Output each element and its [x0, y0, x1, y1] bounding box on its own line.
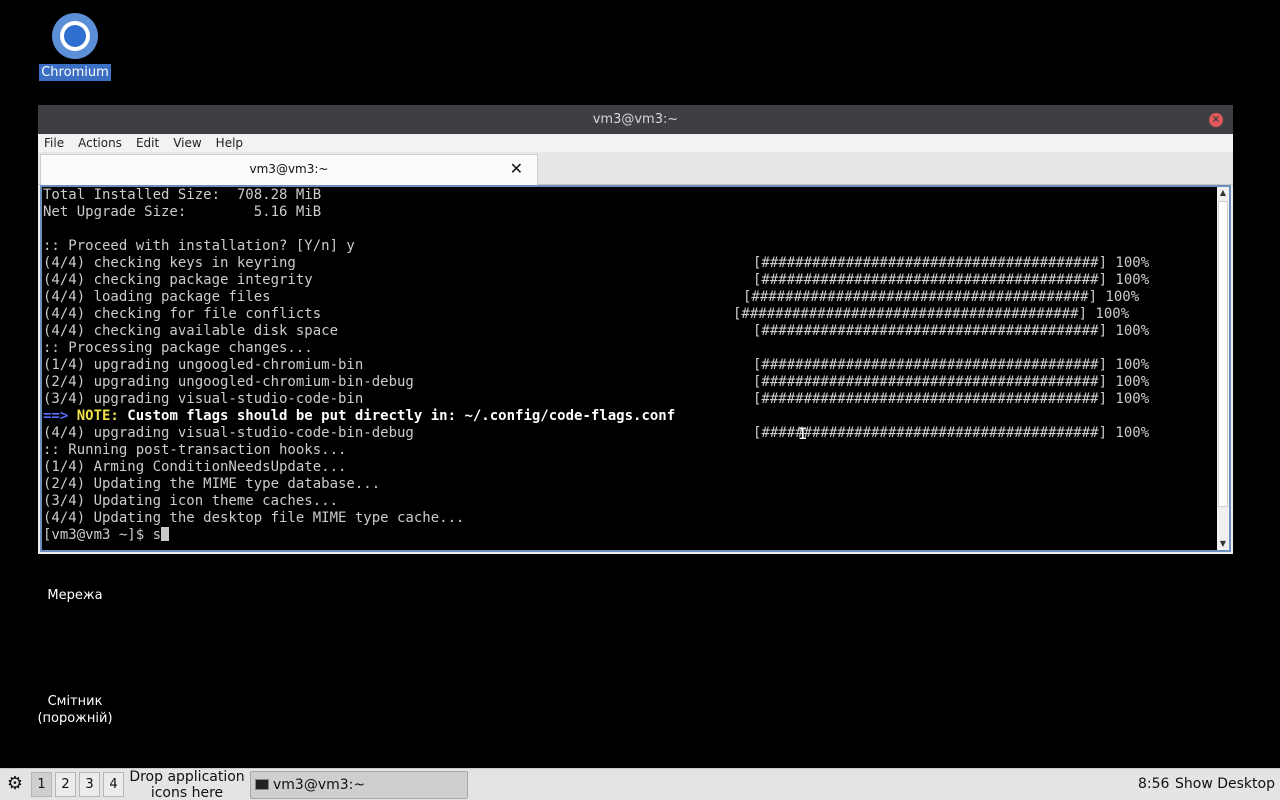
text-cursor-icon: I: [798, 424, 808, 443]
progress-bar-text: [#######################################…: [753, 391, 1150, 407]
workspace-1[interactable]: 1: [31, 772, 52, 797]
terminal-line-text: (1/4) Arming ConditionNeedsUpdate...: [43, 459, 347, 475]
progress-bar-text: [#######################################…: [753, 374, 1150, 390]
terminal-icon: [255, 779, 269, 790]
terminal-line-text: :: Processing package changes...: [43, 340, 313, 356]
menu-actions[interactable]: Actions: [78, 136, 122, 150]
note-text: Custom flags should be put directly in: …: [127, 408, 676, 424]
desktop-icon-label: Мережа: [47, 588, 103, 603]
progress-bar-text: [#######################################…: [733, 306, 1130, 322]
quicklaunch-dropzone[interactable]: Drop application icons here: [128, 769, 246, 800]
terminal-line: (2/4) upgrading ungoogled-chromium-bin-d…: [43, 374, 1213, 391]
terminal-line: Total Installed Size: 708.28 MiB: [43, 187, 1213, 204]
menubar: File Actions Edit View Help: [38, 134, 1233, 152]
terminal-line: :: Running post-transaction hooks...: [43, 442, 1213, 459]
terminal-lines: Total Installed Size: 708.28 MiB Net Upgr…: [43, 187, 1213, 544]
terminal-line-text: (2/4) upgrading ungoogled-chromium-bin-d…: [43, 374, 414, 390]
menu-view[interactable]: View: [173, 136, 201, 150]
window-title: vm3@vm3:~: [592, 112, 679, 127]
terminal-line-text: (4/4) checking available disk space: [43, 323, 339, 339]
terminal-line: (3/4) upgrading visual-studio-code-bin [#…: [43, 391, 1213, 408]
terminal-line: (4/4) loading package files [############…: [43, 289, 1213, 306]
desktop-icon-network[interactable]: Мережа: [30, 588, 120, 603]
desktop-icon-label: Chromium: [39, 64, 111, 81]
terminal-line: Net Upgrade Size: 5.16 MiB: [43, 204, 1213, 221]
window-close-button[interactable]: ×: [1209, 113, 1223, 127]
terminal-line-text: (3/4) Updating icon theme caches...: [43, 493, 339, 509]
taskbar-item-terminal[interactable]: vm3@vm3:~: [250, 771, 468, 799]
terminal-line: (4/4) checking package integrity [#######…: [43, 272, 1213, 289]
progress-bar-text: [#######################################…: [753, 272, 1150, 288]
progress-bar-text: [#######################################…: [753, 323, 1150, 339]
close-icon[interactable]: ✕: [510, 155, 523, 183]
terminal-line: :: Processing package changes...: [43, 340, 1213, 357]
close-icon: ×: [1211, 114, 1221, 125]
terminal-line-text: (3/4) upgrading visual-studio-code-bin: [43, 391, 364, 407]
terminal-line: (4/4) checking keys in keyring [#########…: [43, 255, 1213, 272]
menu-help[interactable]: Help: [216, 136, 243, 150]
taskbar: ⚙ 1 2 3 4 Drop application icons here vm…: [0, 768, 1280, 800]
terminal-line-text: Total Installed Size: 708.28 MiB: [43, 187, 322, 203]
prompt-text: [vm3@vm3 ~]$ s: [43, 527, 162, 543]
terminal-line: (1/4) upgrading ungoogled-chromium-bin [#…: [43, 357, 1213, 374]
terminal-cursor: [161, 527, 170, 541]
task-label: vm3@vm3:~: [273, 777, 366, 793]
scrollbar[interactable]: ▲ ▼: [1217, 187, 1229, 550]
note-label: NOTE:: [76, 408, 128, 424]
terminal-line-text: (2/4) Updating the MIME type database...: [43, 476, 381, 492]
menu-edit[interactable]: Edit: [136, 136, 159, 150]
terminal-line-text: (4/4) loading package files: [43, 289, 271, 305]
terminal-line: ==> NOTE: Custom flags should be put dir…: [43, 408, 1213, 425]
terminal-line-text: (4/4) checking keys in keyring: [43, 255, 296, 271]
menu-file[interactable]: File: [44, 136, 64, 150]
window-titlebar[interactable]: vm3@vm3:~ ×: [38, 105, 1233, 134]
tab-label: vm3@vm3:~: [249, 162, 329, 176]
prompt-line[interactable]: [vm3@vm3 ~]$ s: [43, 527, 1213, 544]
terminal-line-text: (4/4) checking for file conflicts: [43, 306, 322, 322]
terminal-line: :: Proceed with installation? [Y/n] y: [43, 238, 1213, 255]
desktop-icon-label: Смітник: [47, 694, 103, 709]
terminal-line: (4/4) checking available disk space [####…: [43, 323, 1213, 340]
progress-bar-text: [#######################################…: [753, 357, 1150, 373]
terminal-line: (1/4) Arming ConditionNeedsUpdate...: [43, 459, 1213, 476]
progress-bar-text: [#######################################…: [743, 289, 1140, 305]
progress-bar-text: [#######################################…: [753, 425, 1150, 441]
progress-bar-text: [#######################################…: [753, 255, 1150, 271]
dropzone-text: icons here: [150, 785, 224, 800]
terminal-line-text: Net Upgrade Size: 5.16 MiB: [43, 204, 322, 220]
terminal-line: (4/4) checking for file conflicts [######…: [43, 306, 1213, 323]
terminal-line: (2/4) Updating the MIME type database...: [43, 476, 1213, 493]
terminal-output[interactable]: Total Installed Size: 708.28 MiB Net Upgr…: [40, 185, 1231, 552]
clock[interactable]: 8:56: [1138, 769, 1169, 800]
show-desktop-button[interactable]: Show Desktop: [1175, 769, 1275, 800]
desktop-icon-trash[interactable]: Смітник (порожній): [25, 693, 125, 727]
scroll-down-arrow-icon[interactable]: ▼: [1217, 538, 1229, 550]
terminal-line: (4/4) upgrading visual-studio-code-bin-d…: [43, 425, 1213, 442]
terminal-line: (4/4) Updating the desktop file MIME typ…: [43, 510, 1213, 527]
workspace-4[interactable]: 4: [103, 772, 124, 797]
terminal-line-text: :: Proceed with installation? [Y/n] y: [43, 238, 355, 254]
chromium-icon: [52, 13, 98, 59]
terminal-line: (3/4) Updating icon theme caches...: [43, 493, 1213, 510]
scroll-up-arrow-icon[interactable]: ▲: [1217, 187, 1229, 199]
note-arrow: ==>: [43, 408, 77, 424]
scroll-thumb[interactable]: [1218, 201, 1228, 507]
workspace-2[interactable]: 2: [55, 772, 76, 797]
workspace-3[interactable]: 3: [79, 772, 100, 797]
desktop-icon-sublabel: (порожній): [37, 711, 113, 726]
terminal-line-text: (1/4) upgrading ungoogled-chromium-bin: [43, 357, 364, 373]
terminal-window: vm3@vm3:~ × File Actions Edit View Help …: [38, 105, 1233, 554]
terminal-line-text: (4/4) checking package integrity: [43, 272, 313, 288]
tab-terminal[interactable]: vm3@vm3:~ ✕: [40, 154, 538, 185]
terminal-line-text: :: Running post-transaction hooks...: [43, 442, 347, 458]
desktop-icon-chromium[interactable]: Chromium: [38, 12, 112, 81]
start-menu-icon[interactable]: ⚙: [3, 772, 27, 796]
dropzone-text: Drop application: [129, 769, 245, 785]
tab-bar: vm3@vm3:~ ✕: [38, 152, 1233, 185]
terminal-line-text: (4/4) upgrading visual-studio-code-bin-d…: [43, 425, 414, 441]
terminal-line-text: (4/4) Updating the desktop file MIME typ…: [43, 510, 465, 526]
